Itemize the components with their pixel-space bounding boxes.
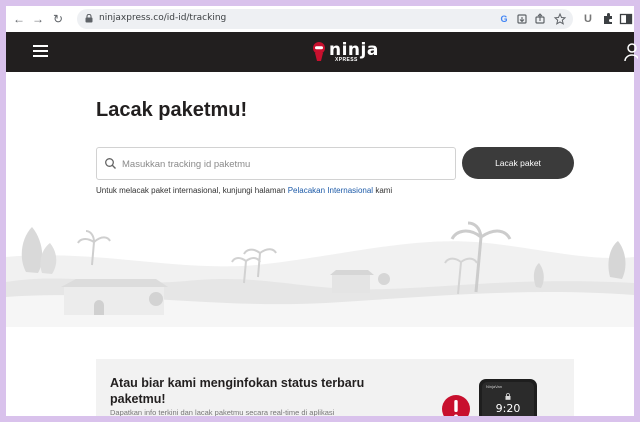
landscape-illustration: [6, 221, 634, 327]
menu-icon[interactable]: [33, 45, 48, 57]
back-icon[interactable]: ←: [11, 11, 27, 27]
app-promo-card: Atau biar kami menginfokan status terbar…: [96, 359, 574, 416]
note-suffix: kami: [375, 186, 393, 195]
track-package-button[interactable]: Lacak paket: [462, 147, 574, 179]
promo-title: Atau biar kami menginfokan status terbar…: [110, 376, 365, 406]
user-account-icon[interactable]: [624, 42, 638, 62]
search-icon: [105, 158, 116, 169]
forward-icon[interactable]: →: [30, 11, 46, 27]
address-bar[interactable]: ninjaxpress.co/id-id/tracking G: [77, 9, 573, 29]
tracking-search[interactable]: [96, 147, 456, 180]
extensions-puzzle-icon[interactable]: [600, 11, 616, 27]
note-prefix: Untuk melacak paket internasional, kunju…: [96, 186, 286, 195]
url-text[interactable]: ninjaxpress.co/id-id/tracking: [99, 13, 226, 23]
install-app-icon[interactable]: [515, 12, 529, 26]
browser-toolbar: ← → ↻ ninjaxpress.co/id-id/tracking G U: [6, 6, 634, 32]
site-header: ninja XPRESS: [6, 32, 638, 72]
reload-icon[interactable]: ↻: [50, 11, 66, 27]
logo-sub: XPRESS: [335, 57, 358, 63]
tracking-id-input[interactable]: [122, 154, 447, 174]
bookmark-star-icon[interactable]: [553, 12, 567, 26]
share-icon[interactable]: [533, 12, 547, 26]
padlock-icon: [505, 393, 511, 400]
page-title: Lacak paketmu!: [96, 99, 248, 121]
side-panel-icon[interactable]: [618, 11, 634, 27]
notification-alert-icon: [442, 395, 470, 416]
lock-icon: [85, 14, 93, 23]
google-translate-icon[interactable]: G: [497, 12, 511, 26]
tracking-page: Lacak paketmu! Lacak paket Untuk melacak…: [6, 72, 634, 416]
phone-illustration: NinjaVan 9:20: [479, 379, 537, 416]
phone-clock: 9:20: [495, 402, 521, 415]
international-tracking-link[interactable]: Pelacakan Internasional: [288, 186, 373, 195]
extension-u-icon[interactable]: U: [580, 11, 596, 27]
phone-brand: NinjaVan: [486, 384, 502, 389]
international-tracking-note: Untuk melacak paket internasional, kunju…: [96, 186, 392, 195]
promo-subtitle: Dapatkan info terkini dan lacak paketmu …: [110, 408, 335, 416]
ninja-mascot-icon: [313, 42, 325, 61]
